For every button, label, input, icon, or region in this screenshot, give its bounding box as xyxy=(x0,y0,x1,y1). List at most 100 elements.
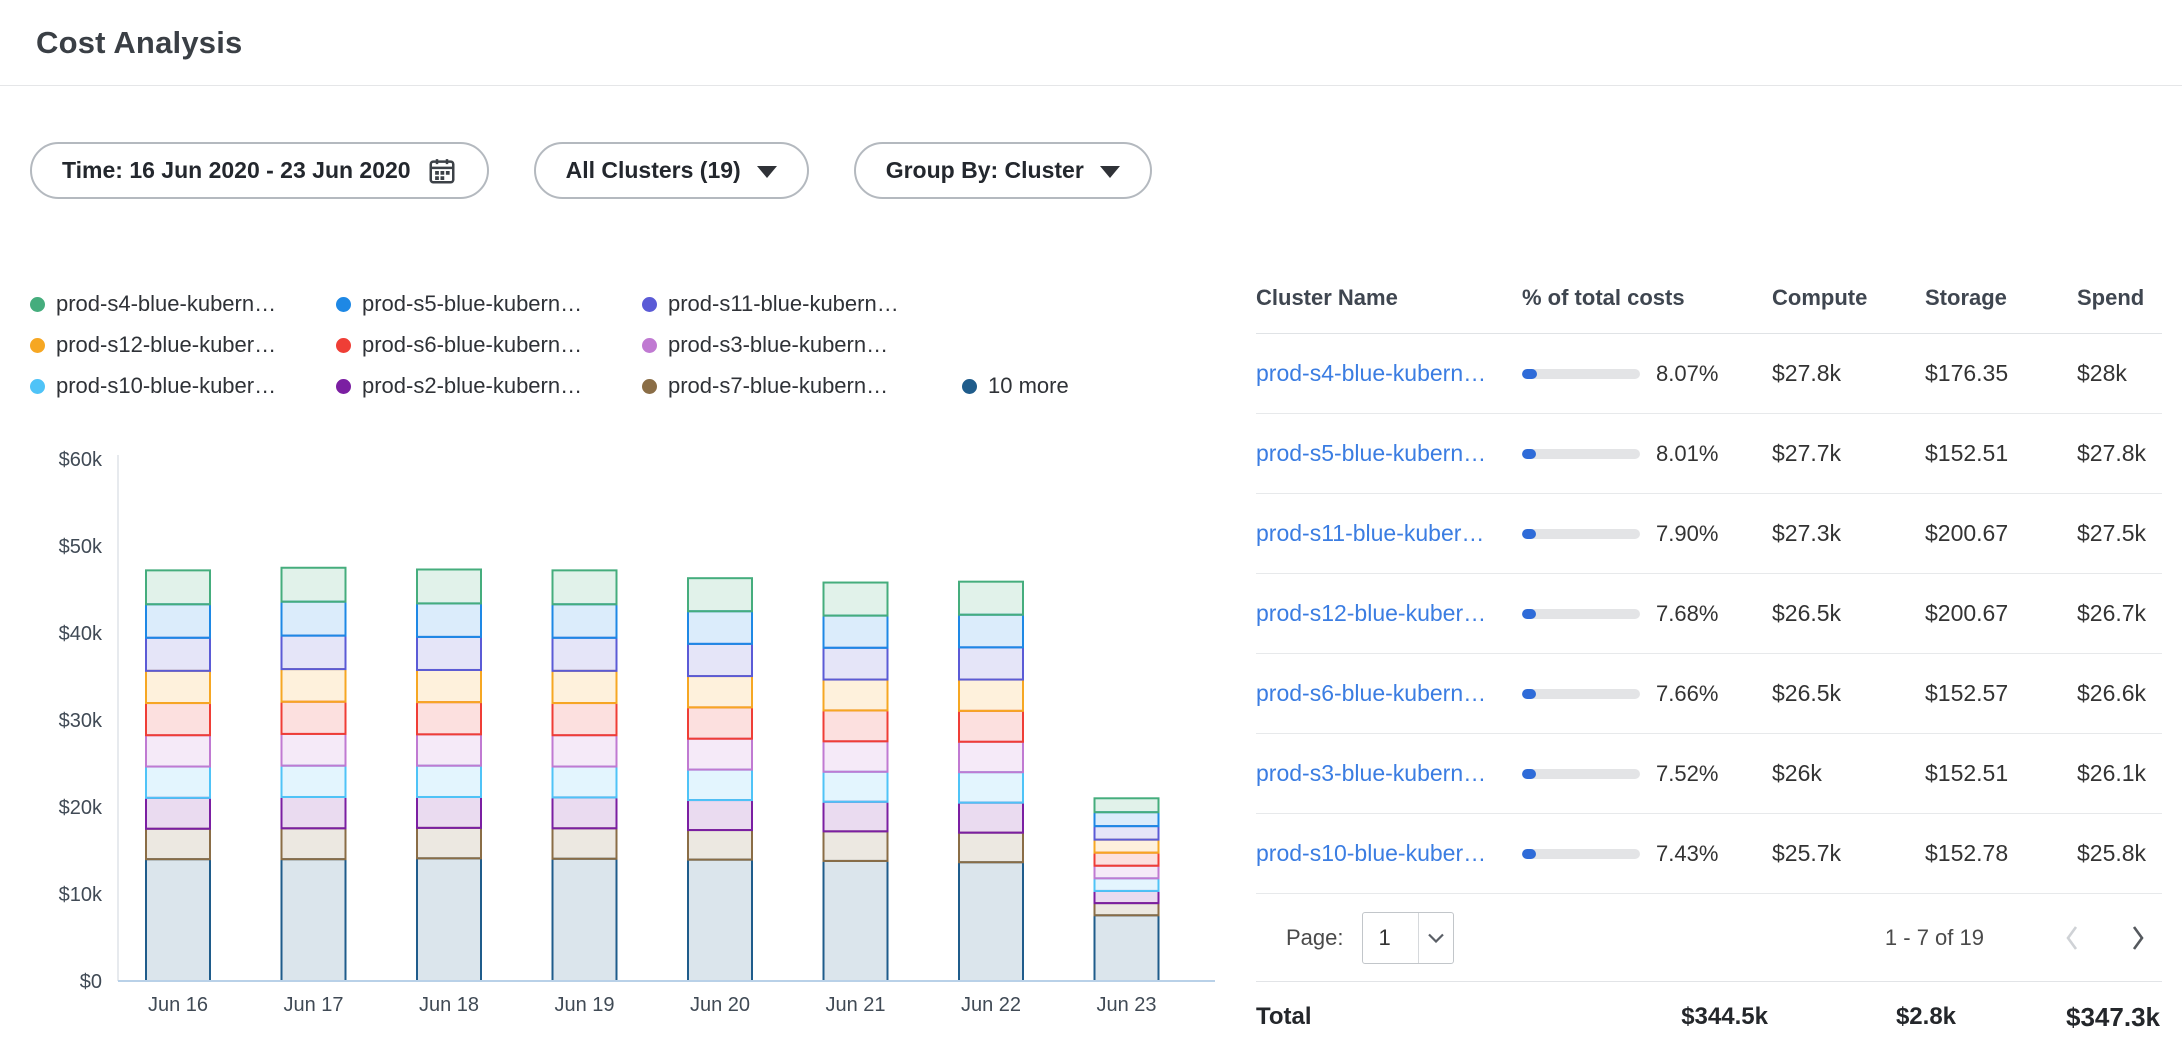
time-range-filter[interactable]: Time: 16 Jun 2020 - 23 Jun 2020 xyxy=(30,142,489,199)
legend-item[interactable]: prod-s2-blue-kubern… xyxy=(336,372,642,400)
legend-item[interactable]: prod-s5-blue-kubern… xyxy=(336,290,642,318)
bar-segment[interactable] xyxy=(688,611,752,644)
bar-segment[interactable] xyxy=(1095,853,1159,866)
bar-segment[interactable] xyxy=(282,669,346,702)
legend-item[interactable]: prod-s4-blue-kubern… xyxy=(30,290,336,318)
bar-segment[interactable] xyxy=(824,680,888,711)
bar-segment[interactable] xyxy=(824,648,888,680)
bar-segment[interactable] xyxy=(959,742,1023,772)
bar-segment[interactable] xyxy=(282,828,346,859)
bar-segment[interactable] xyxy=(959,862,1023,981)
bar-segment[interactable] xyxy=(553,638,617,671)
bar-segment[interactable] xyxy=(282,702,346,734)
legend-item[interactable]: prod-s11-blue-kubern… xyxy=(642,290,948,318)
bar-segment[interactable] xyxy=(688,770,752,800)
legend-item[interactable]: prod-s6-blue-kubern… xyxy=(336,331,642,359)
legend-item[interactable]: prod-s10-blue-kuber… xyxy=(30,372,336,400)
bar-segment[interactable] xyxy=(959,711,1023,742)
bar-segment[interactable] xyxy=(282,797,346,828)
legend-item[interactable]: prod-s7-blue-kubern… xyxy=(642,372,948,400)
bar-segment[interactable] xyxy=(553,604,617,637)
bar-segment[interactable] xyxy=(553,859,617,981)
cluster-link[interactable]: prod-s11-blue-kuber… xyxy=(1256,520,1484,546)
bar-segment[interactable] xyxy=(553,735,617,766)
bar-segment[interactable] xyxy=(688,707,752,738)
bar-segment[interactable] xyxy=(824,831,888,861)
bar-segment[interactable] xyxy=(824,710,888,741)
bar-segment[interactable] xyxy=(553,767,617,798)
bar-segment[interactable] xyxy=(688,644,752,676)
chevron-left-icon[interactable] xyxy=(2062,922,2082,954)
bar-segment[interactable] xyxy=(146,604,210,637)
bar-segment[interactable] xyxy=(824,616,888,648)
bar-segment[interactable] xyxy=(553,570,617,604)
bar-segment[interactable] xyxy=(959,803,1023,833)
bar-segment[interactable] xyxy=(688,830,752,860)
bar-segment[interactable] xyxy=(688,676,752,707)
cluster-link[interactable]: prod-s6-blue-kubern… xyxy=(1256,680,1486,706)
bar-segment[interactable] xyxy=(146,570,210,604)
bar-segment[interactable] xyxy=(959,833,1023,863)
bar-segment[interactable] xyxy=(824,802,888,832)
bar-segment[interactable] xyxy=(1095,866,1159,879)
bar-segment[interactable] xyxy=(1095,798,1159,812)
legend-item[interactable]: prod-s12-blue-kuber… xyxy=(30,331,336,359)
bar-segment[interactable] xyxy=(959,582,1023,615)
legend-item[interactable]: prod-s3-blue-kubern… xyxy=(642,331,948,359)
bar-segment[interactable] xyxy=(1095,812,1159,826)
bar-segment[interactable] xyxy=(688,860,752,981)
bar-segment[interactable] xyxy=(688,578,752,611)
bar-segment[interactable] xyxy=(553,828,617,858)
bar-segment[interactable] xyxy=(824,772,888,802)
bar-segment[interactable] xyxy=(417,734,481,765)
bar-segment[interactable] xyxy=(146,859,210,981)
cluster-link[interactable]: prod-s5-blue-kubern… xyxy=(1256,440,1486,466)
page-select[interactable]: 1 xyxy=(1362,912,1454,964)
bar-segment[interactable] xyxy=(959,680,1023,711)
bar-segment[interactable] xyxy=(1095,840,1159,853)
bar-segment[interactable] xyxy=(1095,878,1159,891)
legend-item[interactable]: 10 more xyxy=(948,372,1069,400)
bar-segment[interactable] xyxy=(417,670,481,702)
bar-segment[interactable] xyxy=(417,766,481,797)
bar-segment[interactable] xyxy=(1095,891,1159,903)
chevron-right-icon[interactable] xyxy=(2128,922,2148,954)
bar-segment[interactable] xyxy=(146,671,210,703)
cluster-link[interactable]: prod-s12-blue-kuber… xyxy=(1256,600,1486,626)
bar-segment[interactable] xyxy=(553,797,617,828)
bar-segment[interactable] xyxy=(688,800,752,830)
bar-segment[interactable] xyxy=(824,741,888,771)
bar-segment[interactable] xyxy=(824,583,888,616)
bar-segment[interactable] xyxy=(146,798,210,829)
bar-segment[interactable] xyxy=(282,734,346,766)
cluster-link[interactable]: prod-s4-blue-kubern… xyxy=(1256,360,1486,386)
bar-segment[interactable] xyxy=(146,767,210,798)
bar-segment[interactable] xyxy=(1095,903,1159,915)
bar-segment[interactable] xyxy=(146,703,210,735)
bar-segment[interactable] xyxy=(1095,915,1159,981)
bar-segment[interactable] xyxy=(282,636,346,669)
bar-segment[interactable] xyxy=(282,602,346,636)
group-by-dropdown[interactable]: Group By: Cluster xyxy=(854,142,1152,199)
bar-segment[interactable] xyxy=(146,735,210,766)
bar-segment[interactable] xyxy=(146,829,210,859)
bar-segment[interactable] xyxy=(417,702,481,734)
clusters-filter-dropdown[interactable]: All Clusters (19) xyxy=(534,142,809,199)
cluster-link[interactable]: prod-s3-blue-kubern… xyxy=(1256,760,1486,786)
bar-segment[interactable] xyxy=(417,858,481,981)
bar-segment[interactable] xyxy=(417,569,481,603)
bar-segment[interactable] xyxy=(282,568,346,602)
bar-segment[interactable] xyxy=(1095,826,1159,839)
bar-segment[interactable] xyxy=(959,772,1023,802)
bar-segment[interactable] xyxy=(282,859,346,981)
bar-segment[interactable] xyxy=(146,638,210,671)
bar-segment[interactable] xyxy=(959,615,1023,648)
bar-segment[interactable] xyxy=(417,828,481,858)
bar-segment[interactable] xyxy=(553,703,617,735)
bar-segment[interactable] xyxy=(417,637,481,670)
bar-segment[interactable] xyxy=(959,647,1023,679)
bar-segment[interactable] xyxy=(688,739,752,770)
bar-segment[interactable] xyxy=(417,603,481,636)
bar-segment[interactable] xyxy=(282,766,346,797)
bar-segment[interactable] xyxy=(417,797,481,828)
